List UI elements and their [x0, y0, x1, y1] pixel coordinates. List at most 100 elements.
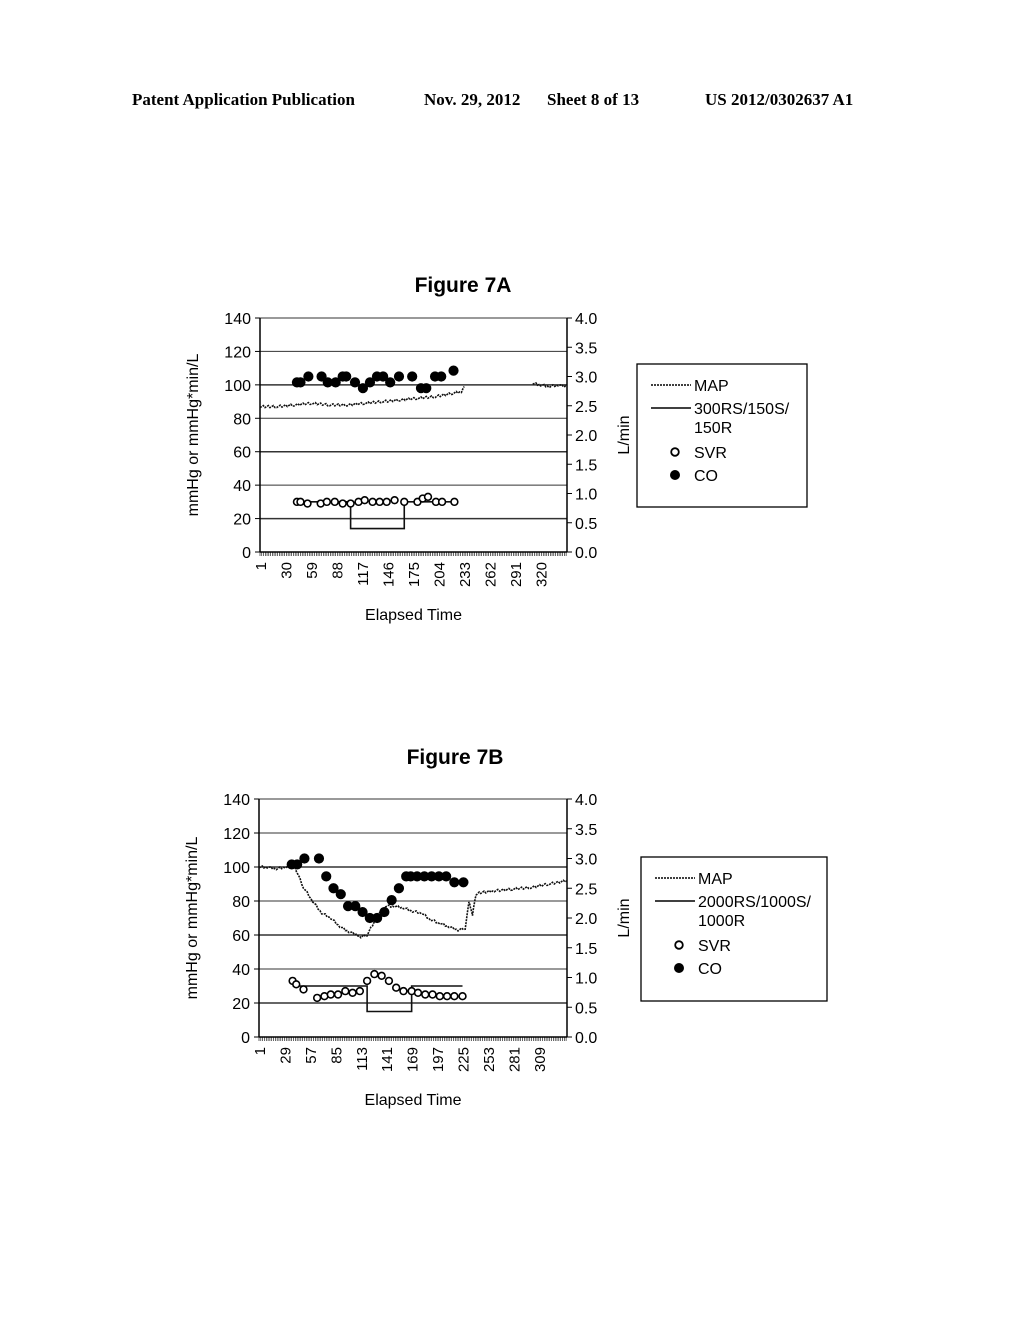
legend-svr-swatch	[674, 940, 684, 950]
series-svr-point	[346, 499, 355, 508]
y-tick-label: 60	[233, 445, 251, 462]
y2-tick-label: 4.0	[575, 792, 597, 809]
series-co-point	[393, 883, 405, 894]
y-tick-label: 80	[233, 411, 251, 428]
series-svr-point	[338, 499, 347, 508]
y2-tick-label: 3.0	[575, 370, 597, 387]
x-tick-label: 30	[279, 562, 296, 579]
y2-tick-label: 3.0	[575, 852, 597, 869]
series-svr-point	[333, 990, 343, 999]
series-svr-point	[450, 497, 459, 507]
legend-svr-swatch	[670, 447, 680, 457]
series-svr-point	[435, 992, 445, 1001]
series-co-point	[441, 871, 452, 882]
x-tick-label: 1	[252, 1047, 269, 1055]
series-svr-point	[442, 992, 452, 1001]
series-svr-point	[348, 988, 357, 998]
x-tick-label: 175	[406, 562, 423, 587]
y2-tick-label: 2.5	[575, 399, 597, 416]
series-svr-point	[413, 988, 423, 998]
series-svr-point	[368, 497, 377, 507]
x-tick-label: 141	[379, 1047, 396, 1072]
header-sheet: Sheet 8 of 13	[547, 90, 640, 109]
x-tick-label: 233	[457, 562, 474, 587]
series-svr-point	[322, 497, 332, 507]
legend-dose-label-line1: 2000RS/1000S/	[698, 894, 812, 911]
x-tick-label: 59	[304, 562, 321, 579]
series-svr-point	[437, 497, 447, 507]
series-svr-point	[341, 986, 350, 996]
series-svr-point	[303, 499, 312, 508]
y-tick-label: 120	[224, 344, 251, 361]
series-svr-point	[292, 980, 301, 989]
series-svr-point	[428, 990, 437, 999]
series-co-point	[341, 371, 352, 382]
y2-tick-label: 2.0	[575, 428, 597, 445]
figure-7b-chart: Figure 7B 0 20 40 60 80 100 120 140 0.0 0.5 1.0 1.5 2…	[184, 746, 828, 1109]
y-tick-label: 0	[242, 545, 251, 562]
series-co-point	[321, 871, 332, 882]
series-svr-point	[382, 497, 391, 507]
series-co-point	[349, 377, 361, 388]
y-tick-label: 80	[232, 894, 250, 911]
series-co-point	[335, 889, 346, 900]
x-tick-label: 117	[355, 562, 372, 586]
x-tick-label: 85	[328, 1047, 345, 1064]
y2-tick-label: 1.0	[575, 971, 597, 988]
series-svr-point	[330, 497, 339, 507]
x-tick-label: 169	[405, 1047, 422, 1072]
y-tick-label: 120	[223, 826, 250, 843]
y2-tick-label: 3.5	[575, 340, 597, 357]
x-tick-label: 225	[456, 1047, 473, 1072]
series-svr-point	[450, 992, 459, 1001]
x-tick-label: 262	[483, 562, 500, 587]
series-co-point	[303, 371, 314, 382]
y-tick-label: 140	[224, 311, 251, 328]
legend-co-label: CO	[694, 468, 718, 485]
legend-map-label: MAP	[698, 871, 733, 888]
y-tick-label: 60	[232, 928, 250, 945]
y2-tick-label: 2.0	[575, 911, 597, 928]
series-co-point	[393, 371, 405, 382]
x-tick-label: 113	[354, 1047, 371, 1071]
series-svr-point	[375, 497, 384, 507]
y2-axis-label: L/min	[616, 898, 633, 937]
legend-co-swatch	[674, 963, 684, 973]
patent-page: Patent Application Publication Nov. 29, …	[0, 0, 1024, 1320]
series-co-point	[313, 853, 325, 864]
x-tick-label: 146	[381, 562, 398, 587]
series-co-point	[407, 371, 418, 382]
legend-co-label: CO	[698, 961, 722, 978]
chart-title: Figure 7B	[407, 746, 504, 769]
series-svr-point	[360, 495, 369, 505]
series-svr-point	[312, 993, 322, 1003]
y2-tick-label: 1.5	[575, 457, 597, 474]
y-axis-label: mmHg or mmHg*min/L	[185, 354, 202, 517]
y-tick-label: 20	[232, 996, 250, 1013]
y-tick-label: 140	[223, 792, 250, 809]
series-svr-point	[458, 992, 467, 1001]
y-tick-label: 100	[223, 860, 250, 877]
x-tick-label: 291	[508, 562, 525, 587]
y2-tick-label: 0.0	[575, 1030, 597, 1047]
series-svr-point	[390, 495, 399, 505]
y2-tick-label: 0.5	[575, 516, 597, 533]
y2-tick-label: 0.5	[575, 1000, 597, 1017]
series-svr-point	[326, 990, 335, 999]
y-tick-label: 40	[233, 478, 251, 495]
series-co-point	[385, 377, 396, 388]
series-co-point	[421, 383, 432, 394]
y2-tick-label: 3.5	[575, 822, 597, 839]
y2-tick-label: 4.0	[575, 311, 597, 328]
series-svr-point	[384, 976, 394, 986]
series-svr-point	[362, 976, 372, 986]
series-svr-point	[355, 986, 365, 996]
series-svr-point	[400, 497, 409, 507]
y-tick-label: 0	[241, 1030, 250, 1047]
series-co-point	[299, 853, 310, 864]
series-svr-point	[421, 990, 430, 999]
x-axis-label: Elapsed Time	[365, 607, 462, 624]
x-tick-label: 281	[506, 1047, 523, 1072]
legend-svr-label: SVR	[694, 445, 727, 462]
series-svr-point	[423, 492, 433, 502]
